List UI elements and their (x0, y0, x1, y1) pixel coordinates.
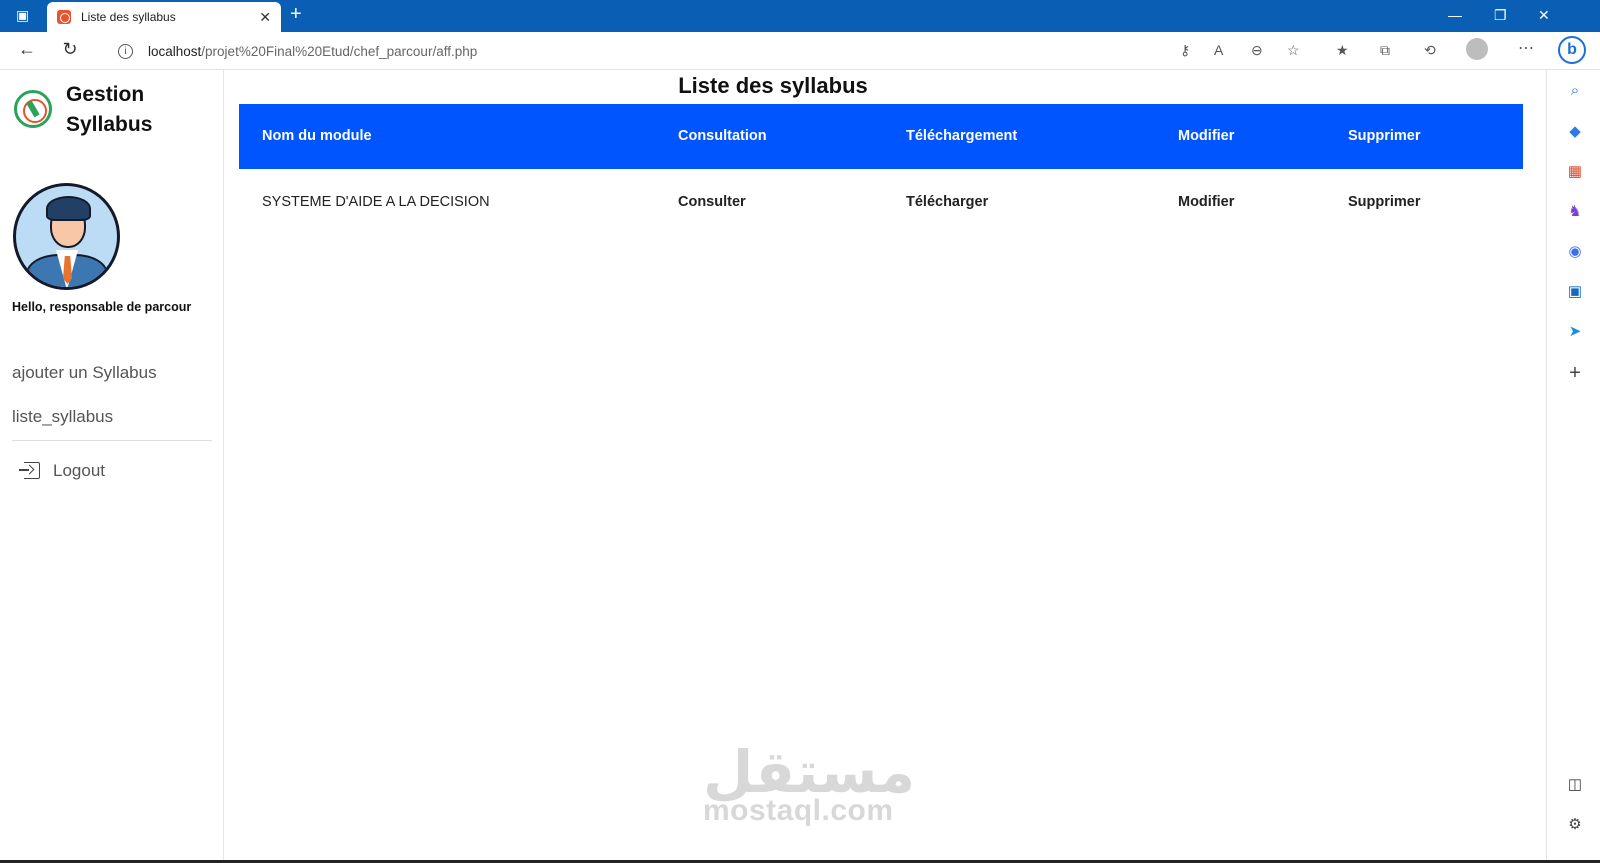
column-header-module: Nom du module (262, 128, 372, 144)
column-header-download: Téléchargement (906, 128, 1018, 144)
site-info-icon[interactable]: i (118, 43, 133, 59)
search-icon[interactable]: ⌕ (1565, 82, 1585, 102)
browser-toolbar: ← ↻ i localhost/projet%20Final%20Etud/ch… (0, 32, 1600, 70)
page-content: Gestion Syllabus Hello, responsable de p… (0, 70, 1546, 863)
key-icon[interactable]: ⚷ (1180, 42, 1190, 59)
read-aloud-icon[interactable]: A (1214, 42, 1223, 58)
office-icon[interactable]: ◉ (1565, 242, 1585, 262)
sidebar-divider (12, 440, 212, 441)
bing-chat-icon[interactable]: b (1558, 36, 1586, 64)
user-avatar (13, 183, 120, 290)
tab-actions-icon[interactable]: ▣ (16, 7, 29, 24)
brand-line-2: Syllabus (66, 113, 153, 136)
settings-gear-icon[interactable]: ⚙ (1565, 815, 1585, 835)
games-icon[interactable]: ♞ (1565, 202, 1585, 222)
profile-avatar-icon[interactable] (1466, 38, 1488, 60)
app-sidebar: Gestion Syllabus Hello, responsable de p… (0, 70, 224, 863)
logout-icon[interactable] (19, 462, 40, 479)
send-icon[interactable]: ➤ (1565, 322, 1585, 342)
download-link[interactable]: Télécharger (906, 194, 988, 210)
page-title: Liste des syllabus (678, 73, 868, 98)
zoom-out-icon[interactable]: ⊖ (1251, 42, 1263, 59)
add-favorite-icon[interactable]: ☆ (1287, 42, 1300, 59)
syllabus-table: Nom du module Consultation Téléchargemen… (239, 104, 1523, 235)
tools-icon[interactable]: ▦ (1565, 162, 1585, 182)
history-icon[interactable]: ⟲ (1424, 42, 1436, 59)
avatar-hair (46, 196, 91, 221)
greeting-text: Hello, responsable de parcour (12, 300, 192, 314)
sidebar-item-list-syllabus[interactable]: liste_syllabus (12, 407, 113, 427)
add-app-icon[interactable]: + (1565, 362, 1585, 384)
delete-link[interactable]: Supprimer (1348, 194, 1421, 210)
url-host: localhost (148, 43, 202, 59)
table-header: Nom du module Consultation Téléchargemen… (239, 104, 1523, 169)
watermark-latin: mostaql.com (703, 794, 894, 827)
sidebar-item-add-syllabus[interactable]: ajouter un Syllabus (12, 363, 157, 383)
module-name-cell: SYSTEME D'AIDE A LA DECISION (262, 194, 490, 210)
address-bar[interactable]: i localhost/projet%20Final%20Etud/chef_p… (100, 36, 1315, 66)
shopping-tag-icon[interactable]: ◆ (1565, 122, 1585, 142)
table-row: SYSTEME D'AIDE A LA DECISION Consulter T… (239, 169, 1523, 235)
browser-tab[interactable]: Liste des syllabus ✕ (47, 2, 281, 32)
tab-title: Liste des syllabus (81, 10, 176, 24)
edit-link[interactable]: Modifier (1178, 194, 1234, 210)
column-header-edit: Modifier (1178, 128, 1235, 144)
more-options-icon[interactable]: ⋯ (1518, 38, 1534, 58)
browser-titlebar: ▣ Liste des syllabus ✕ + — ❐ ✕ (0, 0, 1600, 32)
url-path: /projet%20Final%20Etud/chef_parcour/aff.… (201, 43, 478, 59)
restore-icon[interactable]: ❐ (1494, 7, 1507, 24)
minimize-icon[interactable]: — (1448, 7, 1462, 23)
consult-link[interactable]: Consulter (678, 194, 746, 210)
tab-close-icon[interactable]: ✕ (259, 9, 271, 26)
window-close-icon[interactable]: ✕ (1538, 7, 1550, 24)
back-arrow-icon[interactable]: ← (15, 39, 39, 60)
split-screen-icon[interactable]: ◫ (1565, 775, 1585, 795)
new-tab-icon[interactable]: + (290, 3, 302, 26)
edge-sidebar: ⌕ ◆ ▦ ♞ ◉ ▣ ➤ + ◫ ⚙ (1546, 70, 1600, 863)
column-header-delete: Supprimer (1348, 128, 1421, 144)
logout-link[interactable]: Logout (53, 461, 105, 481)
collections-icon[interactable]: ⧉ (1380, 42, 1390, 59)
refresh-icon[interactable]: ↻ (58, 39, 82, 60)
favorites-icon[interactable]: ★ (1336, 42, 1349, 59)
column-header-consultation: Consultation (678, 128, 767, 144)
outlook-icon[interactable]: ▣ (1565, 282, 1585, 302)
xampp-favicon-icon (57, 10, 71, 24)
